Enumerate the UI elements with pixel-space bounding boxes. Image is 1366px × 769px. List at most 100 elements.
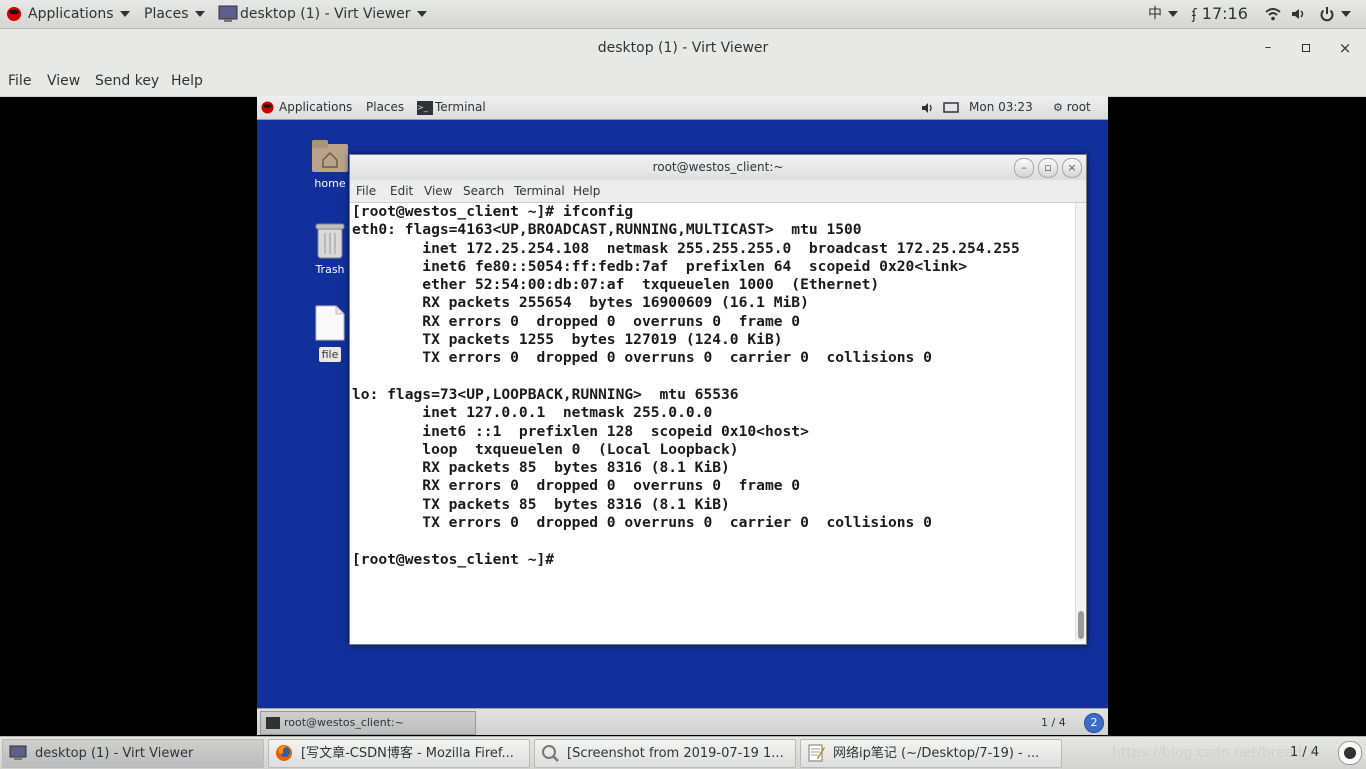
volume-icon — [922, 102, 932, 113]
terminal-line: inet6 fe80::5054:ff:fedb:7af prefixlen 6… — [352, 257, 968, 275]
host-top-panel: Applications Places desktop (1) - Virt V… — [0, 0, 1366, 29]
guest-display[interactable]: Applications Places >_ Terminal Mon 03:23… — [257, 96, 1108, 735]
task-virt-viewer[interactable]: desktop (1) - Virt Viewer — [2, 739, 264, 768]
display-icon — [943, 101, 959, 113]
terminal-menu-view[interactable]: View — [424, 180, 452, 202]
chevron-down-icon — [1340, 11, 1351, 17]
music-note-icon: ʄ — [1192, 7, 1197, 23]
terminal-line: RX errors 0 dropped 0 overruns 0 frame 0 — [352, 477, 801, 495]
applications-menu[interactable]: Applications — [6, 0, 130, 28]
terminal-maximize-button[interactable]: ▫ — [1038, 158, 1058, 178]
csdn-watermark: https://blog.csdn.net/bread_n — [1112, 745, 1319, 761]
guest-bottom-panel: root@westos_client:~ 1 / 4 2 — [257, 708, 1108, 735]
scrollbar-thumb[interactable] — [1078, 611, 1084, 639]
virt-viewer-menubar: File View Send key Help — [0, 67, 1366, 97]
guest-task-label: root@westos_client:~ — [284, 716, 404, 729]
terminal-menu-help[interactable]: Help — [573, 180, 600, 202]
terminal-line: TX errors 0 dropped 0 overruns 0 carrier… — [352, 349, 932, 367]
terminal-minimize-button[interactable]: – — [1014, 158, 1034, 178]
chevron-down-icon — [1168, 11, 1178, 17]
terminal-titlebar[interactable]: root@westos_client:~ – ▫ × — [350, 155, 1086, 180]
guest-terminal-launcher[interactable]: >_ Terminal — [417, 96, 486, 119]
task-label: [Screenshot from 2019-07-19 1... — [567, 746, 784, 761]
host-workspace-indicator[interactable]: 1 / 4 — [1290, 737, 1319, 769]
menu-send-key[interactable]: Send key — [95, 67, 159, 96]
chevron-down-icon — [194, 11, 205, 17]
guest-user-menu[interactable]: ⚙ root — [1053, 96, 1091, 119]
task-firefox[interactable]: [写文章-CSDN博客 - Mozilla Firef... — [268, 739, 530, 768]
terminal-line: loop txqueuelen 0 (Local Loopback) — [352, 440, 739, 458]
task-label: desktop (1) - Virt Viewer — [35, 746, 194, 761]
menu-help[interactable]: Help — [171, 67, 203, 96]
firefox-icon — [276, 745, 292, 761]
terminal-line: inet6 ::1 prefixlen 128 scopeid 0x10<hos… — [352, 422, 809, 440]
terminal-menu-terminal[interactable]: Terminal — [514, 180, 565, 202]
chevron-down-icon — [416, 11, 427, 17]
terminal-icon — [266, 717, 280, 729]
guest-clock[interactable]: Mon 03:23 — [969, 96, 1033, 119]
terminal-line: RX errors 0 dropped 0 overruns 0 frame 0 — [352, 312, 801, 330]
window-list-menu[interactable]: desktop (1) - Virt Viewer — [218, 0, 427, 28]
terminal-output[interactable]: [root@westos_client ~]# ifconfig eth0: fl… — [352, 203, 1074, 641]
minimize-button[interactable]: – — [1258, 29, 1278, 67]
task-screenshot[interactable]: [Screenshot from 2019-07-19 1... — [534, 739, 796, 768]
guest-applications-label: Applications — [279, 100, 353, 114]
task-label: [写文章-CSDN博客 - Mozilla Firef... — [301, 746, 514, 761]
shape-icon — [1344, 747, 1356, 759]
window-title-label: desktop (1) - Virt Viewer — [240, 6, 411, 22]
redhat-logo-icon — [7, 7, 21, 21]
terminal-line: ether 52:54:00:db:07:af txqueuelen 1000 … — [352, 276, 880, 294]
terminal-line: [root@westos_client ~]# ifconfig — [352, 203, 634, 220]
terminal-line: [root@westos_client ~]# — [352, 550, 563, 568]
desktop-icon-label: file — [318, 347, 342, 362]
terminal-menu-edit[interactable]: Edit — [390, 180, 413, 202]
file-icon — [315, 305, 345, 341]
maximize-button[interactable] — [1298, 29, 1314, 67]
task-text-editor[interactable]: 网络ip笔记 (~/Desktop/7-19) - ... — [800, 739, 1062, 768]
terminal-title: root@westos_client:~ — [652, 160, 784, 174]
text-editor-icon — [808, 744, 825, 762]
menu-view[interactable]: View — [47, 67, 80, 96]
terminal-close-button[interactable]: × — [1062, 158, 1082, 178]
maximize-icon — [1302, 43, 1310, 52]
host-notification-icon[interactable] — [1338, 741, 1362, 765]
terminal-line: TX packets 1255 bytes 127019 (124.0 KiB) — [352, 331, 783, 349]
trash-icon — [315, 223, 345, 259]
terminal-menu-search[interactable]: Search — [463, 180, 504, 202]
guest-workspace-indicator[interactable]: 1 / 4 — [1041, 709, 1066, 735]
input-method-indicator[interactable]: 中 — [1148, 0, 1178, 28]
terminal-line: inet 172.25.254.108 netmask 255.255.255.… — [352, 239, 1020, 257]
clock[interactable]: ʄ 17:16 — [1192, 0, 1248, 28]
window-title: desktop (1) - Virt Viewer — [597, 40, 769, 56]
clock-label: 17:16 — [1201, 4, 1248, 23]
volume-icon — [1292, 9, 1304, 19]
terminal-line: lo: flags=73<UP,LOOPBACK,RUNNING> mtu 65… — [352, 385, 739, 403]
terminal-menubar: File Edit View Search Terminal Help — [350, 180, 1086, 203]
terminal-line: TX errors 0 dropped 0 overruns 0 carrier… — [352, 514, 932, 532]
places-label: Places — [144, 6, 189, 22]
close-button[interactable]: × — [1336, 29, 1354, 67]
system-status-area[interactable] — [1264, 0, 1351, 28]
guest-user-label: root — [1066, 100, 1091, 114]
terminal-line: RX packets 85 bytes 8316 (8.1 KiB) — [352, 459, 730, 477]
terminal-scrollbar[interactable] — [1075, 203, 1086, 641]
places-menu[interactable]: Places — [144, 0, 205, 28]
guest-top-panel: Applications Places >_ Terminal Mon 03:23… — [257, 96, 1108, 120]
power-icon — [1320, 7, 1334, 22]
guest-applications-menu[interactable]: Applications — [261, 96, 352, 119]
guest-volume-indicator[interactable] — [921, 96, 959, 119]
host-taskbar: desktop (1) - Virt Viewer [写文章-CSDN博客 - … — [0, 736, 1366, 769]
menu-file[interactable]: File — [8, 67, 31, 96]
terminal-window[interactable]: root@westos_client:~ – ▫ × File Edit Vie… — [349, 154, 1087, 645]
notification-badge[interactable]: 2 — [1084, 713, 1104, 733]
terminal-line: eth0: flags=4163<UP,BROADCAST,RUNNING,MU… — [352, 221, 862, 239]
virt-viewer-titlebar[interactable]: desktop (1) - Virt Viewer – × — [0, 29, 1366, 67]
terminal-menu-file[interactable]: File — [356, 180, 376, 202]
guest-task-terminal[interactable]: root@westos_client:~ — [260, 711, 476, 735]
task-label: 网络ip笔记 (~/Desktop/7-19) - ... — [833, 746, 1040, 761]
guest-places-menu[interactable]: Places — [366, 96, 404, 119]
guest-terminal-label: Terminal — [435, 100, 486, 114]
wifi-icon — [1265, 8, 1281, 21]
